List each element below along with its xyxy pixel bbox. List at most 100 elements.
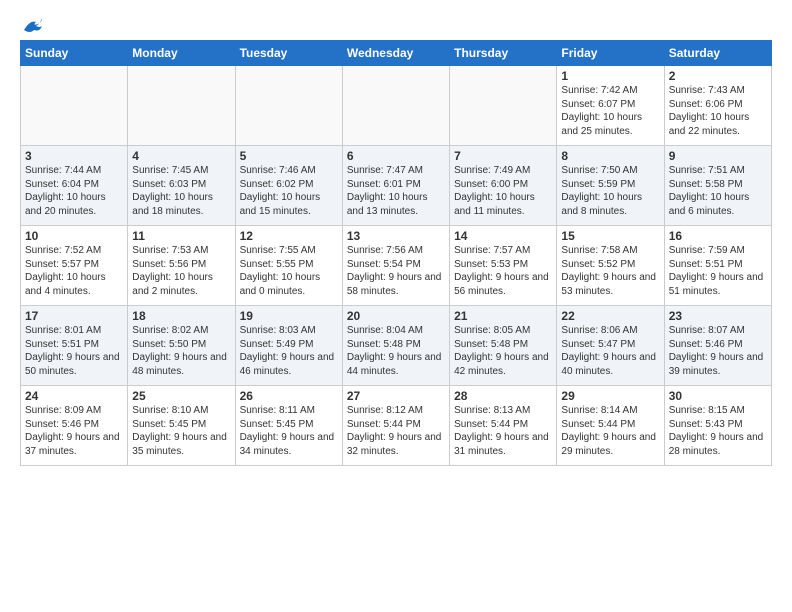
col-header-wednesday: Wednesday [342, 41, 449, 66]
week-row-4: 17Sunrise: 8:01 AM Sunset: 5:51 PM Dayli… [21, 306, 772, 386]
day-info: Sunrise: 8:13 AM Sunset: 5:44 PM Dayligh… [454, 404, 552, 458]
calendar-cell: 9Sunrise: 7:51 AM Sunset: 5:58 PM Daylig… [664, 146, 771, 226]
calendar-cell [128, 66, 235, 146]
day-number: 11 [132, 229, 230, 243]
day-info: Sunrise: 8:09 AM Sunset: 5:46 PM Dayligh… [25, 404, 123, 458]
day-info: Sunrise: 7:57 AM Sunset: 5:53 PM Dayligh… [454, 244, 552, 298]
day-info: Sunrise: 7:49 AM Sunset: 6:00 PM Dayligh… [454, 164, 552, 218]
day-info: Sunrise: 8:01 AM Sunset: 5:51 PM Dayligh… [25, 324, 123, 378]
day-number: 26 [240, 389, 338, 403]
day-number: 13 [347, 229, 445, 243]
col-header-thursday: Thursday [450, 41, 557, 66]
day-number: 8 [561, 149, 659, 163]
day-info: Sunrise: 8:06 AM Sunset: 5:47 PM Dayligh… [561, 324, 659, 378]
day-number: 30 [669, 389, 767, 403]
calendar-cell [21, 66, 128, 146]
day-number: 27 [347, 389, 445, 403]
day-number: 28 [454, 389, 552, 403]
calendar-cell: 7Sunrise: 7:49 AM Sunset: 6:00 PM Daylig… [450, 146, 557, 226]
day-info: Sunrise: 8:05 AM Sunset: 5:48 PM Dayligh… [454, 324, 552, 378]
logo [20, 16, 44, 34]
week-row-3: 10Sunrise: 7:52 AM Sunset: 5:57 PM Dayli… [21, 226, 772, 306]
calendar-cell: 16Sunrise: 7:59 AM Sunset: 5:51 PM Dayli… [664, 226, 771, 306]
day-number: 22 [561, 309, 659, 323]
calendar-cell: 2Sunrise: 7:43 AM Sunset: 6:06 PM Daylig… [664, 66, 771, 146]
day-number: 10 [25, 229, 123, 243]
calendar-cell: 15Sunrise: 7:58 AM Sunset: 5:52 PM Dayli… [557, 226, 664, 306]
calendar-cell: 21Sunrise: 8:05 AM Sunset: 5:48 PM Dayli… [450, 306, 557, 386]
day-info: Sunrise: 8:14 AM Sunset: 5:44 PM Dayligh… [561, 404, 659, 458]
calendar-cell: 30Sunrise: 8:15 AM Sunset: 5:43 PM Dayli… [664, 386, 771, 466]
day-number: 16 [669, 229, 767, 243]
day-number: 6 [347, 149, 445, 163]
day-info: Sunrise: 7:42 AM Sunset: 6:07 PM Dayligh… [561, 84, 659, 138]
calendar-cell: 12Sunrise: 7:55 AM Sunset: 5:55 PM Dayli… [235, 226, 342, 306]
calendar-cell: 1Sunrise: 7:42 AM Sunset: 6:07 PM Daylig… [557, 66, 664, 146]
day-info: Sunrise: 7:44 AM Sunset: 6:04 PM Dayligh… [25, 164, 123, 218]
calendar-cell: 29Sunrise: 8:14 AM Sunset: 5:44 PM Dayli… [557, 386, 664, 466]
day-info: Sunrise: 7:55 AM Sunset: 5:55 PM Dayligh… [240, 244, 338, 298]
day-number: 4 [132, 149, 230, 163]
day-number: 1 [561, 69, 659, 83]
logo-bird-icon [22, 16, 44, 34]
day-info: Sunrise: 7:51 AM Sunset: 5:58 PM Dayligh… [669, 164, 767, 218]
day-info: Sunrise: 7:47 AM Sunset: 6:01 PM Dayligh… [347, 164, 445, 218]
day-number: 5 [240, 149, 338, 163]
calendar-cell: 10Sunrise: 7:52 AM Sunset: 5:57 PM Dayli… [21, 226, 128, 306]
day-info: Sunrise: 7:53 AM Sunset: 5:56 PM Dayligh… [132, 244, 230, 298]
day-number: 29 [561, 389, 659, 403]
day-number: 20 [347, 309, 445, 323]
day-number: 23 [669, 309, 767, 323]
header-row: SundayMondayTuesdayWednesdayThursdayFrid… [21, 41, 772, 66]
week-row-5: 24Sunrise: 8:09 AM Sunset: 5:46 PM Dayli… [21, 386, 772, 466]
calendar-cell: 26Sunrise: 8:11 AM Sunset: 5:45 PM Dayli… [235, 386, 342, 466]
col-header-sunday: Sunday [21, 41, 128, 66]
calendar-cell [342, 66, 449, 146]
day-number: 2 [669, 69, 767, 83]
calendar-cell: 13Sunrise: 7:56 AM Sunset: 5:54 PM Dayli… [342, 226, 449, 306]
day-number: 15 [561, 229, 659, 243]
week-row-2: 3Sunrise: 7:44 AM Sunset: 6:04 PM Daylig… [21, 146, 772, 226]
calendar-cell: 23Sunrise: 8:07 AM Sunset: 5:46 PM Dayli… [664, 306, 771, 386]
day-number: 24 [25, 389, 123, 403]
day-number: 14 [454, 229, 552, 243]
col-header-tuesday: Tuesday [235, 41, 342, 66]
day-info: Sunrise: 8:12 AM Sunset: 5:44 PM Dayligh… [347, 404, 445, 458]
day-info: Sunrise: 7:46 AM Sunset: 6:02 PM Dayligh… [240, 164, 338, 218]
day-number: 12 [240, 229, 338, 243]
day-info: Sunrise: 7:58 AM Sunset: 5:52 PM Dayligh… [561, 244, 659, 298]
calendar-cell: 18Sunrise: 8:02 AM Sunset: 5:50 PM Dayli… [128, 306, 235, 386]
day-info: Sunrise: 8:04 AM Sunset: 5:48 PM Dayligh… [347, 324, 445, 378]
day-info: Sunrise: 7:59 AM Sunset: 5:51 PM Dayligh… [669, 244, 767, 298]
day-number: 18 [132, 309, 230, 323]
page: SundayMondayTuesdayWednesdayThursdayFrid… [0, 0, 792, 476]
day-info: Sunrise: 8:15 AM Sunset: 5:43 PM Dayligh… [669, 404, 767, 458]
calendar-cell: 20Sunrise: 8:04 AM Sunset: 5:48 PM Dayli… [342, 306, 449, 386]
calendar-table: SundayMondayTuesdayWednesdayThursdayFrid… [20, 40, 772, 466]
day-info: Sunrise: 8:11 AM Sunset: 5:45 PM Dayligh… [240, 404, 338, 458]
day-info: Sunrise: 8:10 AM Sunset: 5:45 PM Dayligh… [132, 404, 230, 458]
col-header-saturday: Saturday [664, 41, 771, 66]
day-number: 7 [454, 149, 552, 163]
day-number: 17 [25, 309, 123, 323]
calendar-cell: 5Sunrise: 7:46 AM Sunset: 6:02 PM Daylig… [235, 146, 342, 226]
col-header-friday: Friday [557, 41, 664, 66]
calendar-cell [450, 66, 557, 146]
calendar-cell: 19Sunrise: 8:03 AM Sunset: 5:49 PM Dayli… [235, 306, 342, 386]
day-info: Sunrise: 8:07 AM Sunset: 5:46 PM Dayligh… [669, 324, 767, 378]
calendar-cell: 28Sunrise: 8:13 AM Sunset: 5:44 PM Dayli… [450, 386, 557, 466]
day-number: 19 [240, 309, 338, 323]
day-number: 3 [25, 149, 123, 163]
day-info: Sunrise: 7:50 AM Sunset: 5:59 PM Dayligh… [561, 164, 659, 218]
calendar-cell: 8Sunrise: 7:50 AM Sunset: 5:59 PM Daylig… [557, 146, 664, 226]
day-info: Sunrise: 8:03 AM Sunset: 5:49 PM Dayligh… [240, 324, 338, 378]
week-row-1: 1Sunrise: 7:42 AM Sunset: 6:07 PM Daylig… [21, 66, 772, 146]
header [20, 16, 772, 34]
calendar-cell: 3Sunrise: 7:44 AM Sunset: 6:04 PM Daylig… [21, 146, 128, 226]
day-info: Sunrise: 7:56 AM Sunset: 5:54 PM Dayligh… [347, 244, 445, 298]
calendar-cell: 24Sunrise: 8:09 AM Sunset: 5:46 PM Dayli… [21, 386, 128, 466]
day-info: Sunrise: 7:45 AM Sunset: 6:03 PM Dayligh… [132, 164, 230, 218]
calendar-cell: 17Sunrise: 8:01 AM Sunset: 5:51 PM Dayli… [21, 306, 128, 386]
day-number: 25 [132, 389, 230, 403]
calendar-cell: 11Sunrise: 7:53 AM Sunset: 5:56 PM Dayli… [128, 226, 235, 306]
